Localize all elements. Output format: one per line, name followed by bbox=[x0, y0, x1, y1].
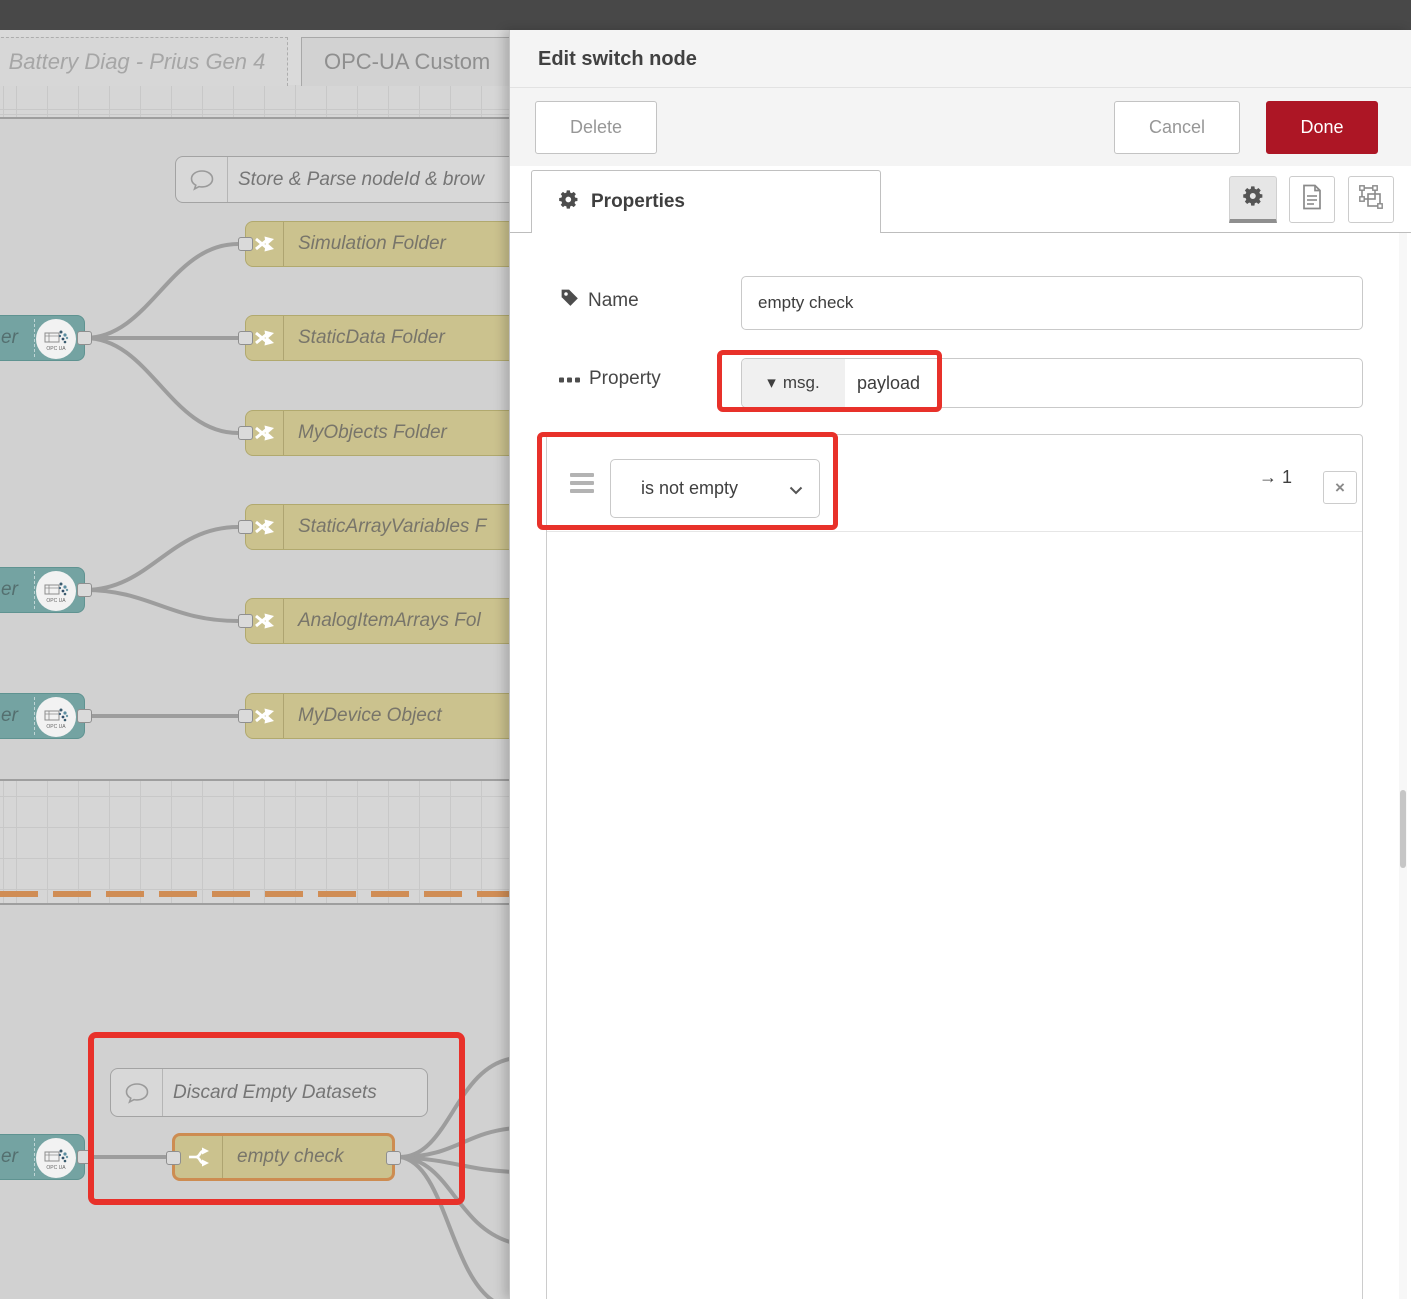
app-header-bar bbox=[0, 0, 1411, 30]
appearance-icon-button[interactable] bbox=[1348, 176, 1394, 223]
flow-canvas[interactable]: Battery Diag - Prius Gen 4 OPC-UA Custom bbox=[0, 30, 509, 1299]
gear-icon bbox=[558, 189, 579, 215]
opcua-logo-icon: OPC UA bbox=[36, 697, 76, 737]
name-label-text: Name bbox=[588, 290, 639, 312]
group-appearance-icon bbox=[1358, 184, 1384, 215]
opcua-logo-icon: OPC UA bbox=[36, 1138, 76, 1178]
node-icon-separator bbox=[34, 1138, 35, 1176]
workspace-tab-label: OPC-UA Custom bbox=[324, 49, 490, 75]
node-label: er bbox=[1, 579, 18, 601]
tab-properties-label: Properties bbox=[591, 191, 685, 213]
close-icon: × bbox=[1335, 478, 1345, 498]
tray-tabs-row: Properties bbox=[510, 166, 1411, 233]
remove-rule-button[interactable]: × bbox=[1323, 471, 1357, 504]
comment-node-store-parse[interactable]: Store & Parse nodeId & brow bbox=[175, 156, 509, 203]
tray-title: Edit switch node bbox=[538, 30, 697, 88]
node-icon-separator bbox=[34, 697, 35, 735]
property-field-label: Property bbox=[559, 368, 661, 390]
opcua-browser-node[interactable]: er OPC UA bbox=[0, 1134, 85, 1180]
node-label: er bbox=[1, 1146, 18, 1168]
input-port[interactable] bbox=[238, 709, 253, 723]
tray-body: Name empty check Property ▾ msg. payload bbox=[510, 233, 1411, 1299]
scrollbar-thumb[interactable] bbox=[1400, 790, 1406, 868]
description-icon-button[interactable] bbox=[1289, 176, 1335, 223]
input-port[interactable] bbox=[238, 614, 253, 628]
name-input[interactable]: empty check bbox=[741, 276, 1363, 330]
node-label: er bbox=[1, 705, 18, 727]
node-label: StaticData Folder bbox=[284, 327, 445, 349]
node-icon-separator bbox=[34, 319, 35, 357]
selected-group-dashed-border bbox=[0, 891, 509, 897]
name-field-label: Name bbox=[559, 287, 639, 314]
tray-header: Edit switch node bbox=[510, 30, 1411, 88]
arrow-right-icon: → bbox=[1259, 467, 1277, 487]
opcua-browser-node[interactable]: er OPC UA bbox=[0, 693, 85, 739]
rules-container: is not empty → 1 × bbox=[546, 434, 1363, 1299]
panel-scrollbar[interactable] bbox=[1399, 233, 1407, 1299]
properties-icon-button[interactable] bbox=[1229, 176, 1277, 223]
output-port[interactable] bbox=[77, 331, 92, 345]
property-label-text: Property bbox=[589, 368, 661, 390]
tray-toolbar: Delete Cancel Done bbox=[510, 88, 1411, 166]
node-label: Simulation Folder bbox=[284, 233, 446, 255]
input-port[interactable] bbox=[238, 237, 253, 251]
cancel-button[interactable]: Cancel bbox=[1114, 101, 1240, 154]
node-icon-separator bbox=[34, 571, 35, 609]
input-port[interactable] bbox=[238, 520, 253, 534]
rule-output-indicator: → 1 bbox=[1259, 467, 1292, 488]
annotation-box-rule bbox=[537, 432, 838, 530]
comment-bubble-icon bbox=[176, 157, 228, 202]
gear-icon bbox=[1242, 185, 1264, 212]
comment-label: Store & Parse nodeId & brow bbox=[228, 169, 484, 191]
svg-text:OPC UA: OPC UA bbox=[46, 724, 66, 730]
opcua-browser-node[interactable]: er OPC UA bbox=[0, 315, 85, 361]
done-button[interactable]: Done bbox=[1266, 101, 1378, 154]
opcua-logo-icon: OPC UA bbox=[36, 319, 76, 359]
switch-node-myobjects-folder[interactable]: MyObjects Folder bbox=[245, 410, 509, 456]
svg-text:OPC UA: OPC UA bbox=[46, 598, 66, 604]
output-port[interactable] bbox=[77, 709, 92, 723]
svg-text:OPC UA: OPC UA bbox=[46, 346, 66, 352]
opcua-logo-icon: OPC UA bbox=[36, 571, 76, 611]
workspace-tab-label: Battery Diag - Prius Gen 4 bbox=[9, 49, 266, 75]
workspace-tab-opcua-custom[interactable]: OPC-UA Custom bbox=[301, 37, 509, 86]
node-label: er bbox=[1, 327, 18, 349]
delete-button[interactable]: Delete bbox=[535, 101, 657, 154]
node-red-editor: Battery Diag - Prius Gen 4 OPC-UA Custom bbox=[0, 0, 1411, 1299]
edit-tray: Edit switch node Delete Cancel Done Prop… bbox=[509, 30, 1411, 1299]
rule-output-index: 1 bbox=[1282, 467, 1292, 487]
switch-node-staticdata-folder[interactable]: StaticData Folder bbox=[245, 315, 509, 361]
input-port[interactable] bbox=[238, 331, 253, 345]
svg-text:OPC UA: OPC UA bbox=[46, 1165, 66, 1171]
switch-node-analogitemarrays[interactable]: AnalogItemArrays Fol bbox=[245, 598, 509, 644]
annotation-box-empty-check bbox=[88, 1032, 465, 1205]
switch-node-mydevice-object[interactable]: MyDevice Object bbox=[245, 693, 509, 739]
workspace-tabbar: Battery Diag - Prius Gen 4 OPC-UA Custom bbox=[0, 30, 509, 85]
annotation-box-property bbox=[717, 350, 942, 412]
node-label: StaticArrayVariables F bbox=[284, 516, 486, 538]
switch-node-staticarrayvariables[interactable]: StaticArrayVariables F bbox=[245, 504, 509, 550]
node-label: MyDevice Object bbox=[284, 705, 442, 727]
document-icon bbox=[1301, 184, 1323, 215]
tab-properties[interactable]: Properties bbox=[531, 170, 881, 233]
name-input-value: empty check bbox=[758, 293, 853, 313]
node-label: MyObjects Folder bbox=[284, 422, 447, 444]
workspace-tab-battery-diag[interactable]: Battery Diag - Prius Gen 4 bbox=[0, 37, 288, 86]
opcua-browser-node[interactable]: er OPC UA bbox=[0, 567, 85, 613]
tag-icon bbox=[559, 287, 580, 314]
node-label: AnalogItemArrays Fol bbox=[284, 610, 481, 632]
input-port[interactable] bbox=[238, 426, 253, 440]
ellipsis-icon bbox=[559, 368, 581, 390]
switch-node-simulation-folder[interactable]: Simulation Folder bbox=[245, 221, 509, 267]
output-port[interactable] bbox=[77, 583, 92, 597]
